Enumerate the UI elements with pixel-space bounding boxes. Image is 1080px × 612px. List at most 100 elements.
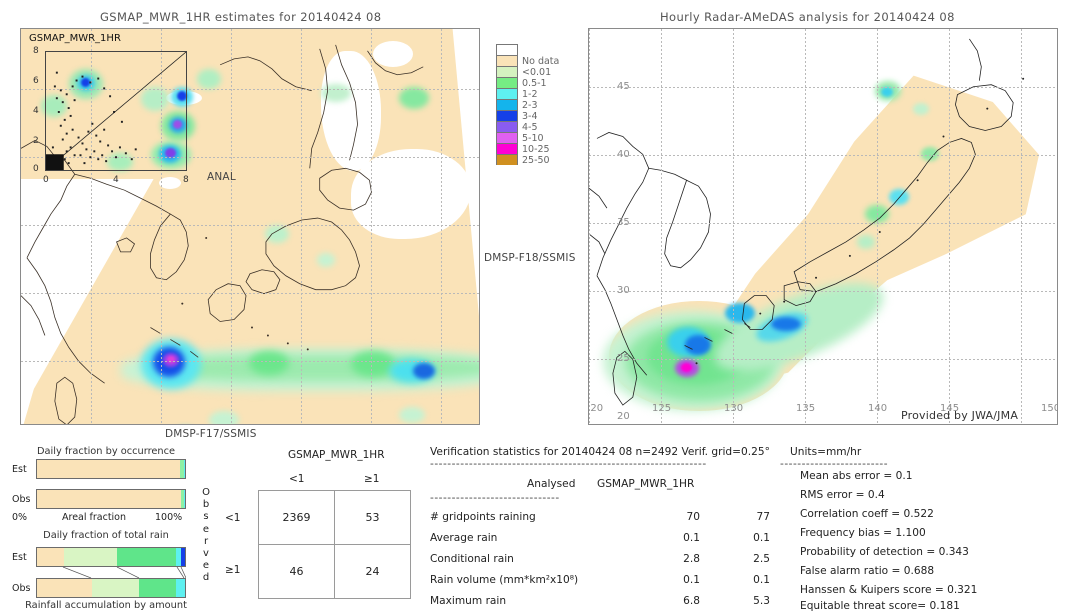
inset-ytick-6: 6 [33, 76, 39, 86]
contingency-col-head-ge1: ≥1 [364, 473, 380, 485]
occurrence-row-label-obs: Obs [12, 494, 31, 505]
left-panel-title: GSMAP_MWR_1HR estimates for 20140424 08 [100, 10, 382, 24]
occurrence-axis-title: Areal fraction [62, 512, 127, 523]
lat-tick-35: 35 [617, 217, 630, 228]
score-probability-of-detection: Probability of detection = 0.343 [800, 546, 969, 558]
legend-band-0 [496, 44, 518, 55]
inset-scatter-box [45, 51, 187, 171]
inset-ytick-0: 0 [33, 164, 39, 174]
contingency-cell-01: 53 [334, 490, 411, 545]
amount-row-label-est: Est [12, 552, 27, 563]
amount-chart-title: Daily fraction of total rain [43, 530, 169, 541]
verification-units: Units=mm/hr [790, 446, 862, 458]
score-mean-abs-error: Mean abs error = 0.1 [800, 470, 913, 482]
table-row: 2369 53 [258, 490, 411, 545]
contingency-col-head-lt1: <1 [289, 473, 305, 485]
lon-tick-135: 135 [796, 403, 816, 414]
stat-name-maximum-rain: Maximum rain [430, 595, 507, 607]
score-hanssen-kuipers: Hanssen & Kuipers score = 0.321 [800, 584, 978, 596]
inset-x-axis-label: ANAL [207, 171, 236, 183]
sensor-label-f17: DMSP-F17/SSMIS [165, 428, 257, 440]
legend-band-2 [496, 66, 518, 77]
legend-label-4-5: 4-5 [522, 122, 538, 133]
amount-est-seg-1 [63, 548, 117, 566]
side-label-d: d [202, 572, 210, 584]
contingency-cell-00: 2369 [258, 490, 335, 545]
occurrence-row-label-est: Est [12, 464, 27, 475]
lon-tick-140: 140 [868, 403, 888, 414]
amount-est-seg-0 [37, 548, 64, 566]
gsmap-estimate-map[interactable]: GSMAP_MWR_1HR 8 6 4 2 0 0 4 8 ANAL [20, 28, 480, 425]
amount-obs-seg-3 [176, 579, 185, 597]
legend-band-7 [496, 121, 518, 132]
gsmap-map-canvas: GSMAP_MWR_1HR 8 6 4 2 0 0 4 8 ANAL [21, 29, 479, 424]
stat-name-rain-volume: Rain volume (mm*km²x10⁸) [430, 574, 579, 586]
amount-bar-est[interactable] [36, 547, 186, 567]
side-label-b: b [202, 499, 210, 511]
verification-col-analysed: Analysed [527, 478, 576, 490]
legend-label-10-25: 10-25 [522, 144, 550, 155]
contingency-side-label: O b s e r v e d [200, 487, 212, 585]
verification-header: Verification statistics for 20140424 08 … [430, 446, 770, 458]
verification-divider-mid: ------------------------------ [430, 492, 560, 504]
stat-analysed-gridpoints: 70 [686, 511, 700, 523]
score-equitable-threat: Equitable threat score= 0.181 [800, 600, 960, 612]
legend-label-5-10: 5-10 [522, 133, 544, 144]
table-row: 46 24 [258, 544, 411, 599]
side-label-e: e [202, 523, 210, 535]
inset-ytick-2: 2 [33, 136, 39, 146]
radar-map-canvas: 45 40 35 30 25 20 120 125 130 135 140 14… [589, 29, 1057, 424]
provider-credit: Provided by JWA/JMA [901, 409, 1019, 422]
contingency-cell-10: 46 [258, 544, 335, 599]
stat-estimate-average-rain: 0.1 [753, 532, 770, 544]
sensor-label-f18: DMSP-F18/SSMIS [484, 252, 576, 264]
legend-band-3 [496, 77, 518, 88]
amount-obs-seg-2 [139, 579, 177, 597]
contingency-title: GSMAP_MWR_1HR [288, 449, 385, 461]
stat-analysed-maximum-rain: 6.8 [683, 595, 700, 607]
amount-est-seg-2 [116, 548, 177, 566]
legend-band-1 [496, 55, 518, 66]
contingency-row-head-ge1: ≥1 [225, 564, 241, 576]
legend-band-6 [496, 110, 518, 121]
legend-band-5 [496, 99, 518, 110]
legend-label-25-50: 25-50 [522, 155, 550, 166]
occurrence-bar-obs[interactable] [36, 489, 186, 509]
score-frequency-bias: Frequency bias = 1.100 [800, 527, 926, 539]
contingency-cell-11: 24 [334, 544, 411, 599]
legend-label-1-2: 1-2 [522, 89, 538, 100]
occurrence-est-seg-2 [184, 460, 185, 478]
scores-divider: ------------------------- [780, 458, 889, 470]
radar-amedas-map[interactable]: 45 40 35 30 25 20 120 125 130 135 140 14… [588, 28, 1058, 425]
amount-chart-caption: Rainfall accumulation by amount [25, 600, 187, 611]
occurrence-est-seg-0 [37, 460, 180, 478]
inset-xtick-8: 8 [183, 175, 189, 185]
precipitation-colorbar: No data <0.01 0.5-1 1-2 2-3 3-4 4-5 5-10… [496, 44, 586, 170]
legend-band-10 [496, 154, 518, 165]
occurrence-axis-max: 100% [155, 512, 183, 523]
side-label-s: s [203, 511, 209, 523]
inset-xtick-0: 0 [43, 175, 49, 185]
lat-tick-20: 20 [617, 411, 630, 422]
legend-label-05-1: 0.5-1 [522, 78, 547, 89]
inset-scatter-points [46, 52, 186, 170]
side-label-r: r [203, 535, 209, 547]
dashboard-root: GSMAP_MWR_1HR estimates for 20140424 08 [0, 0, 1080, 612]
score-rms-error: RMS error = 0.4 [800, 489, 885, 501]
contingency-row-head-lt1: <1 [225, 512, 241, 524]
inset-ytick-4: 4 [33, 106, 39, 116]
amount-bar-obs[interactable] [36, 578, 186, 598]
stat-estimate-maximum-rain: 5.3 [753, 595, 770, 607]
lon-tick-130: 130 [724, 403, 744, 414]
lat-tick-25: 25 [617, 353, 630, 364]
coastline-overlay-right [589, 38, 1025, 406]
occurrence-bar-est[interactable] [36, 459, 186, 479]
contingency-table[interactable]: 2369 53 46 24 [258, 490, 411, 599]
legend-label-3-4: 3-4 [522, 111, 538, 122]
stat-analysed-conditional-rain: 2.8 [683, 553, 700, 565]
occurrence-obs-seg-0 [37, 490, 181, 508]
amount-obs-seg-1 [91, 579, 140, 597]
legend-label-lt001: <0.01 [522, 67, 552, 78]
side-label-v: v [203, 548, 209, 560]
legend-band-4 [496, 88, 518, 99]
